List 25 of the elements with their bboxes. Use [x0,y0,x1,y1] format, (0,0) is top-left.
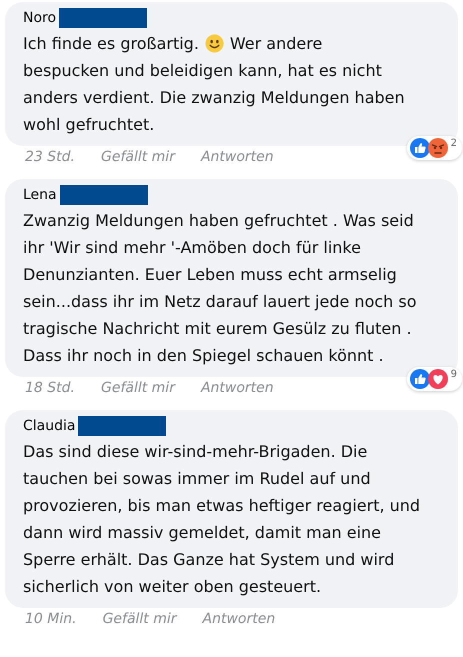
timestamp: 18 Std. [25,380,75,396]
comment-text: Das sind diese wir-sind-mehr-Brigaden. Die tauchen bei sowas immer im Rudel auf und provozieren, bis man etwas heftiger reagiert, und dann wird massiv gemeldet, damit man eine Sperre erhält. Das Ganze hat System und wird sicherlich von weiter oben gesteuert. [23,441,422,598]
like-link[interactable]: Gefällt mir [102,611,177,627]
reply-link[interactable]: Antworten [200,149,274,165]
comment-text: Ich finde es großartig. [23,33,199,55]
reply-link[interactable]: Antworten [200,380,274,396]
reaction-summary[interactable]: 2 [406,136,462,160]
reaction-count: 2 [450,138,457,149]
comment-text: Wer andere [230,33,322,55]
timestamp: 23 Std. [25,149,75,165]
author-name[interactable]: Claudia [23,418,76,434]
smiley-icon [204,34,224,53]
reply-link[interactable]: Antworten [202,611,276,627]
angry-face-icon [428,138,448,158]
comment-text: Zwanzig Meldungen haben gefruchtet . Was seid ihr 'Wir sind mehr '-Amöben doch für linke Denunzianten. Euer Leben muss echt armselig sein...dass ihr im Netz darauf lauert jede noch so tragische Nachricht mit eurem Gesülz zu fluten . Dass ihr noch in den Spiegel schauen könnt . [23,210,418,367]
reaction-summary[interactable]: 9 [406,367,462,391]
thumbs-up-icon [410,369,430,389]
like-link[interactable]: Gefällt mir [100,149,175,165]
author-name[interactable]: Noro [23,10,56,26]
author-name[interactable]: Lena [23,187,57,203]
timestamp: 10 Min. [25,611,77,627]
comment-text: bespucken und beleidigen kann, hat es nicht anders verdient. Die zwanzig Meldungen haben wohl gefruchtet. [23,60,406,136]
thumbs-up-icon [410,138,430,158]
like-link[interactable]: Gefällt mir [100,380,175,396]
reaction-count: 9 [450,369,457,380]
